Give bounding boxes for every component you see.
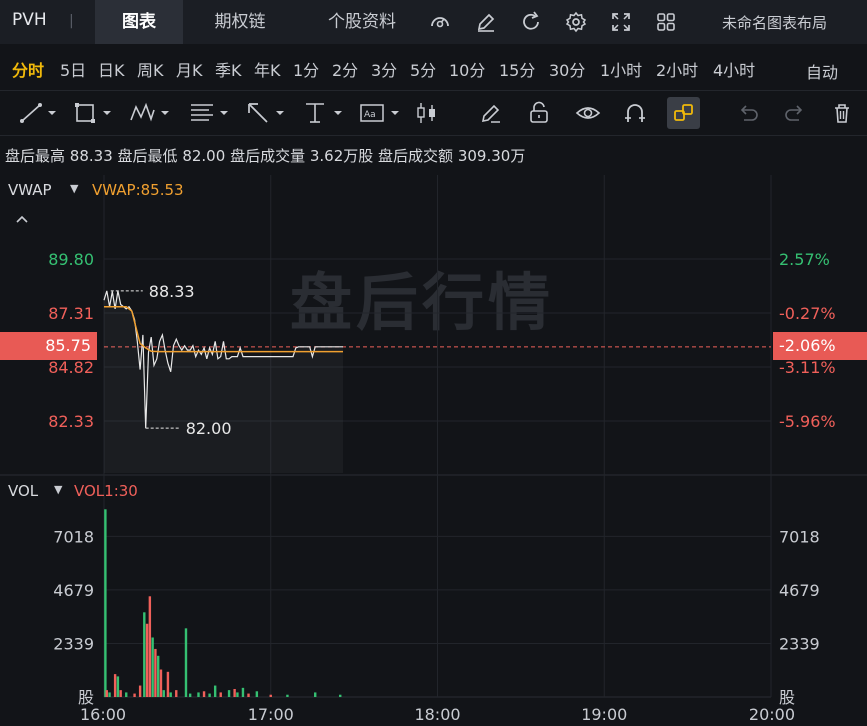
volume-bar xyxy=(119,690,122,697)
volume-bar xyxy=(113,674,117,697)
volume-bar xyxy=(108,692,111,697)
vol-tick-label-left: 2339 xyxy=(53,634,94,653)
volume-bar xyxy=(143,612,146,697)
volume-bar xyxy=(227,690,231,697)
vol-tick-label-right: 2339 xyxy=(779,634,820,653)
volume-bar xyxy=(162,690,165,697)
x-tick-label: 17:00 xyxy=(248,705,294,724)
volume-bar xyxy=(197,692,200,697)
y-tick-label-left: 87.31 xyxy=(48,304,94,323)
volume-bar xyxy=(255,691,259,697)
volume-bar xyxy=(125,692,128,697)
vol-indicator-title[interactable]: VOL xyxy=(8,482,38,500)
vol-tick-label-left: 7018 xyxy=(53,527,94,546)
max-label: 88.33 xyxy=(149,282,195,301)
y-tick-label-right: -3.11% xyxy=(779,358,836,377)
vol-indicator-value: VOL1:30 xyxy=(74,482,138,500)
x-tick-label: 16:00 xyxy=(80,705,126,724)
volume-bar xyxy=(241,687,245,697)
volume-bar xyxy=(156,655,160,697)
volume-bar xyxy=(269,694,272,697)
volume-bar xyxy=(213,685,217,697)
volume-bar xyxy=(166,671,170,697)
price-area xyxy=(104,290,344,473)
volume-bar xyxy=(339,694,342,697)
min-label: 82.00 xyxy=(186,419,232,438)
y-tick-label-left: 82.33 xyxy=(48,412,94,431)
vol-tick-label-right: 7018 xyxy=(779,527,820,546)
volume-bar xyxy=(175,690,178,697)
volume-bar xyxy=(208,693,211,697)
volume-bar xyxy=(145,623,149,697)
y-tick-label-right: 2.57% xyxy=(779,250,830,269)
y-tick-label-left: 89.80 xyxy=(48,250,94,269)
volume-bar xyxy=(151,637,154,697)
volume-bar xyxy=(202,691,206,697)
current-pct-badge: -2.06% xyxy=(773,332,867,360)
vwap-indicator-value: VWAP:85.53 xyxy=(92,181,184,199)
volume-bar xyxy=(148,596,152,697)
collapse-chevron-icon[interactable] xyxy=(14,210,30,229)
x-tick-label: 19:00 xyxy=(581,705,627,724)
current-price-badge: 85.75 xyxy=(0,332,97,360)
volume-bar xyxy=(104,509,107,697)
y-tick-label-left: 84.82 xyxy=(48,358,94,377)
vol-tick-label-right: 4679 xyxy=(779,581,820,600)
volume-bar xyxy=(184,628,188,697)
x-tick-label: 20:00 xyxy=(749,705,795,724)
volume-bar xyxy=(159,669,163,697)
vol-dropdown-icon[interactable]: ▼ xyxy=(54,483,62,496)
vwap-dropdown-icon[interactable]: ▼ xyxy=(70,182,78,195)
volume-bar xyxy=(116,676,120,697)
chart-axes: 89.80 87.31 84.82 82.33 2.57% -0.27% -3.11% -5.… xyxy=(48,250,835,724)
vwap-indicator-title[interactable]: VWAP xyxy=(8,181,52,199)
volume-bar xyxy=(233,688,236,697)
volume-bar xyxy=(286,694,289,697)
intraday-chart[interactable]: 88.33 82.00 89.80 87.31 84.82 82.33 2.57% -0.2… xyxy=(0,0,867,726)
volume-bar xyxy=(314,692,317,697)
volume-bar xyxy=(188,693,192,697)
volume-bar xyxy=(247,693,250,697)
vol-tick-label-left: 4679 xyxy=(53,581,94,600)
volume-bar xyxy=(138,685,142,697)
volume-bar xyxy=(169,692,172,697)
volume-bar xyxy=(105,690,108,697)
y-tick-label-right: -0.27% xyxy=(779,304,836,323)
volume-bar xyxy=(236,692,239,697)
volume-bar xyxy=(154,648,157,697)
volume-bar xyxy=(219,692,222,697)
volume-pane xyxy=(104,509,342,697)
volume-bar xyxy=(133,693,136,697)
x-tick-label: 18:00 xyxy=(414,705,460,724)
y-tick-label-right: -5.96% xyxy=(779,412,836,431)
